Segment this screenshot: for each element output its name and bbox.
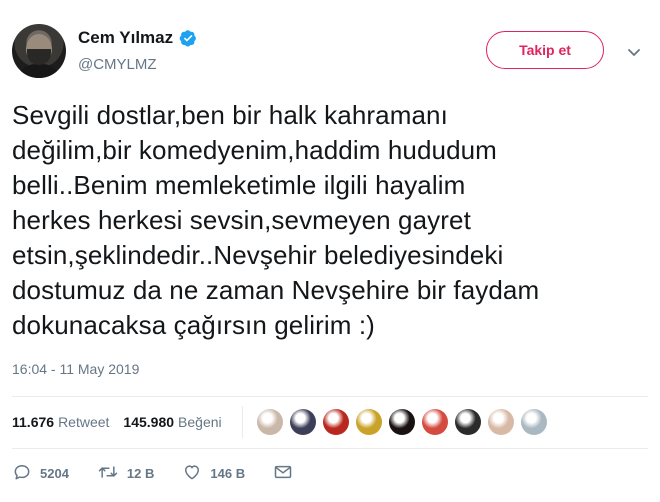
liker-avatar[interactable] xyxy=(289,409,316,435)
liker-avatar[interactable] xyxy=(454,409,481,435)
tweet-text-line: belli..Benim memleketimle ilgili hayalim xyxy=(12,170,466,200)
like-button[interactable]: 146 B xyxy=(182,462,245,485)
chevron-down-icon[interactable] xyxy=(626,44,642,60)
retweets-label[interactable]: Retweet xyxy=(58,414,109,430)
reply-icon xyxy=(12,462,40,485)
tweet-text-line: etsin,şeklindedir..Nevşehir belediyesind… xyxy=(12,240,504,270)
tweet-text-line: herkes herkesi sevsin,sevmeyen gayret xyxy=(12,205,471,235)
tweet-actions: 5204 12 B 146 B xyxy=(12,458,329,488)
retweet-count: 12 B xyxy=(126,465,155,481)
author-name-row: Cem Yılmaz xyxy=(78,28,197,48)
reply-button[interactable]: 5204 xyxy=(12,462,69,485)
likes-count[interactable]: 145.980 xyxy=(123,414,174,430)
tweet-stats: 11.676 Retweet 145.980 Beğeni xyxy=(12,404,554,440)
likers-avatars xyxy=(241,406,554,438)
envelope-icon xyxy=(273,463,301,484)
retweet-button[interactable]: 12 B xyxy=(97,462,154,485)
tweet-timestamp[interactable]: 16:04 - 11 May 2019 xyxy=(12,361,139,377)
liker-avatar[interactable] xyxy=(256,409,283,435)
retweets-count[interactable]: 11.676 xyxy=(12,414,54,430)
liker-avatar[interactable] xyxy=(487,409,514,435)
tweet-text-line: dostumuz da ne zaman Nevşehire bir fayda… xyxy=(12,275,540,305)
follow-button[interactable]: Takip et xyxy=(486,31,604,69)
author-avatar[interactable] xyxy=(12,24,66,78)
liker-avatar[interactable] xyxy=(322,409,349,435)
liker-avatar[interactable] xyxy=(520,409,547,435)
reply-count: 5204 xyxy=(40,465,69,481)
tweet-header: Cem Yılmaz @CMYLMZ Takip et xyxy=(12,22,648,82)
tweet-text-line: Sevgili dostlar,ben bir halk kahramanı xyxy=(12,100,448,130)
author-handle[interactable]: @CMYLMZ xyxy=(78,56,157,73)
liker-avatar[interactable] xyxy=(421,409,448,435)
divider xyxy=(12,448,648,449)
heart-icon xyxy=(182,462,210,485)
divider xyxy=(12,396,648,397)
like-count: 146 B xyxy=(210,465,246,481)
retweet-icon xyxy=(97,462,127,485)
liker-avatar[interactable] xyxy=(388,409,415,435)
tweet-text: Sevgili dostlar,ben bir halk kahramanı d… xyxy=(12,98,642,343)
likes-label[interactable]: Beğeni xyxy=(178,414,222,430)
author-display-name[interactable]: Cem Yılmaz xyxy=(78,28,173,48)
liker-avatar[interactable] xyxy=(355,409,382,435)
tweet-text-line: dokunacaksa çağırsın gelirim :) xyxy=(12,310,375,340)
direct-message-button[interactable] xyxy=(273,463,301,484)
tweet-text-line: değilim,bir komedyenim,haddim hududum xyxy=(12,135,497,165)
verified-badge-icon xyxy=(179,29,197,47)
